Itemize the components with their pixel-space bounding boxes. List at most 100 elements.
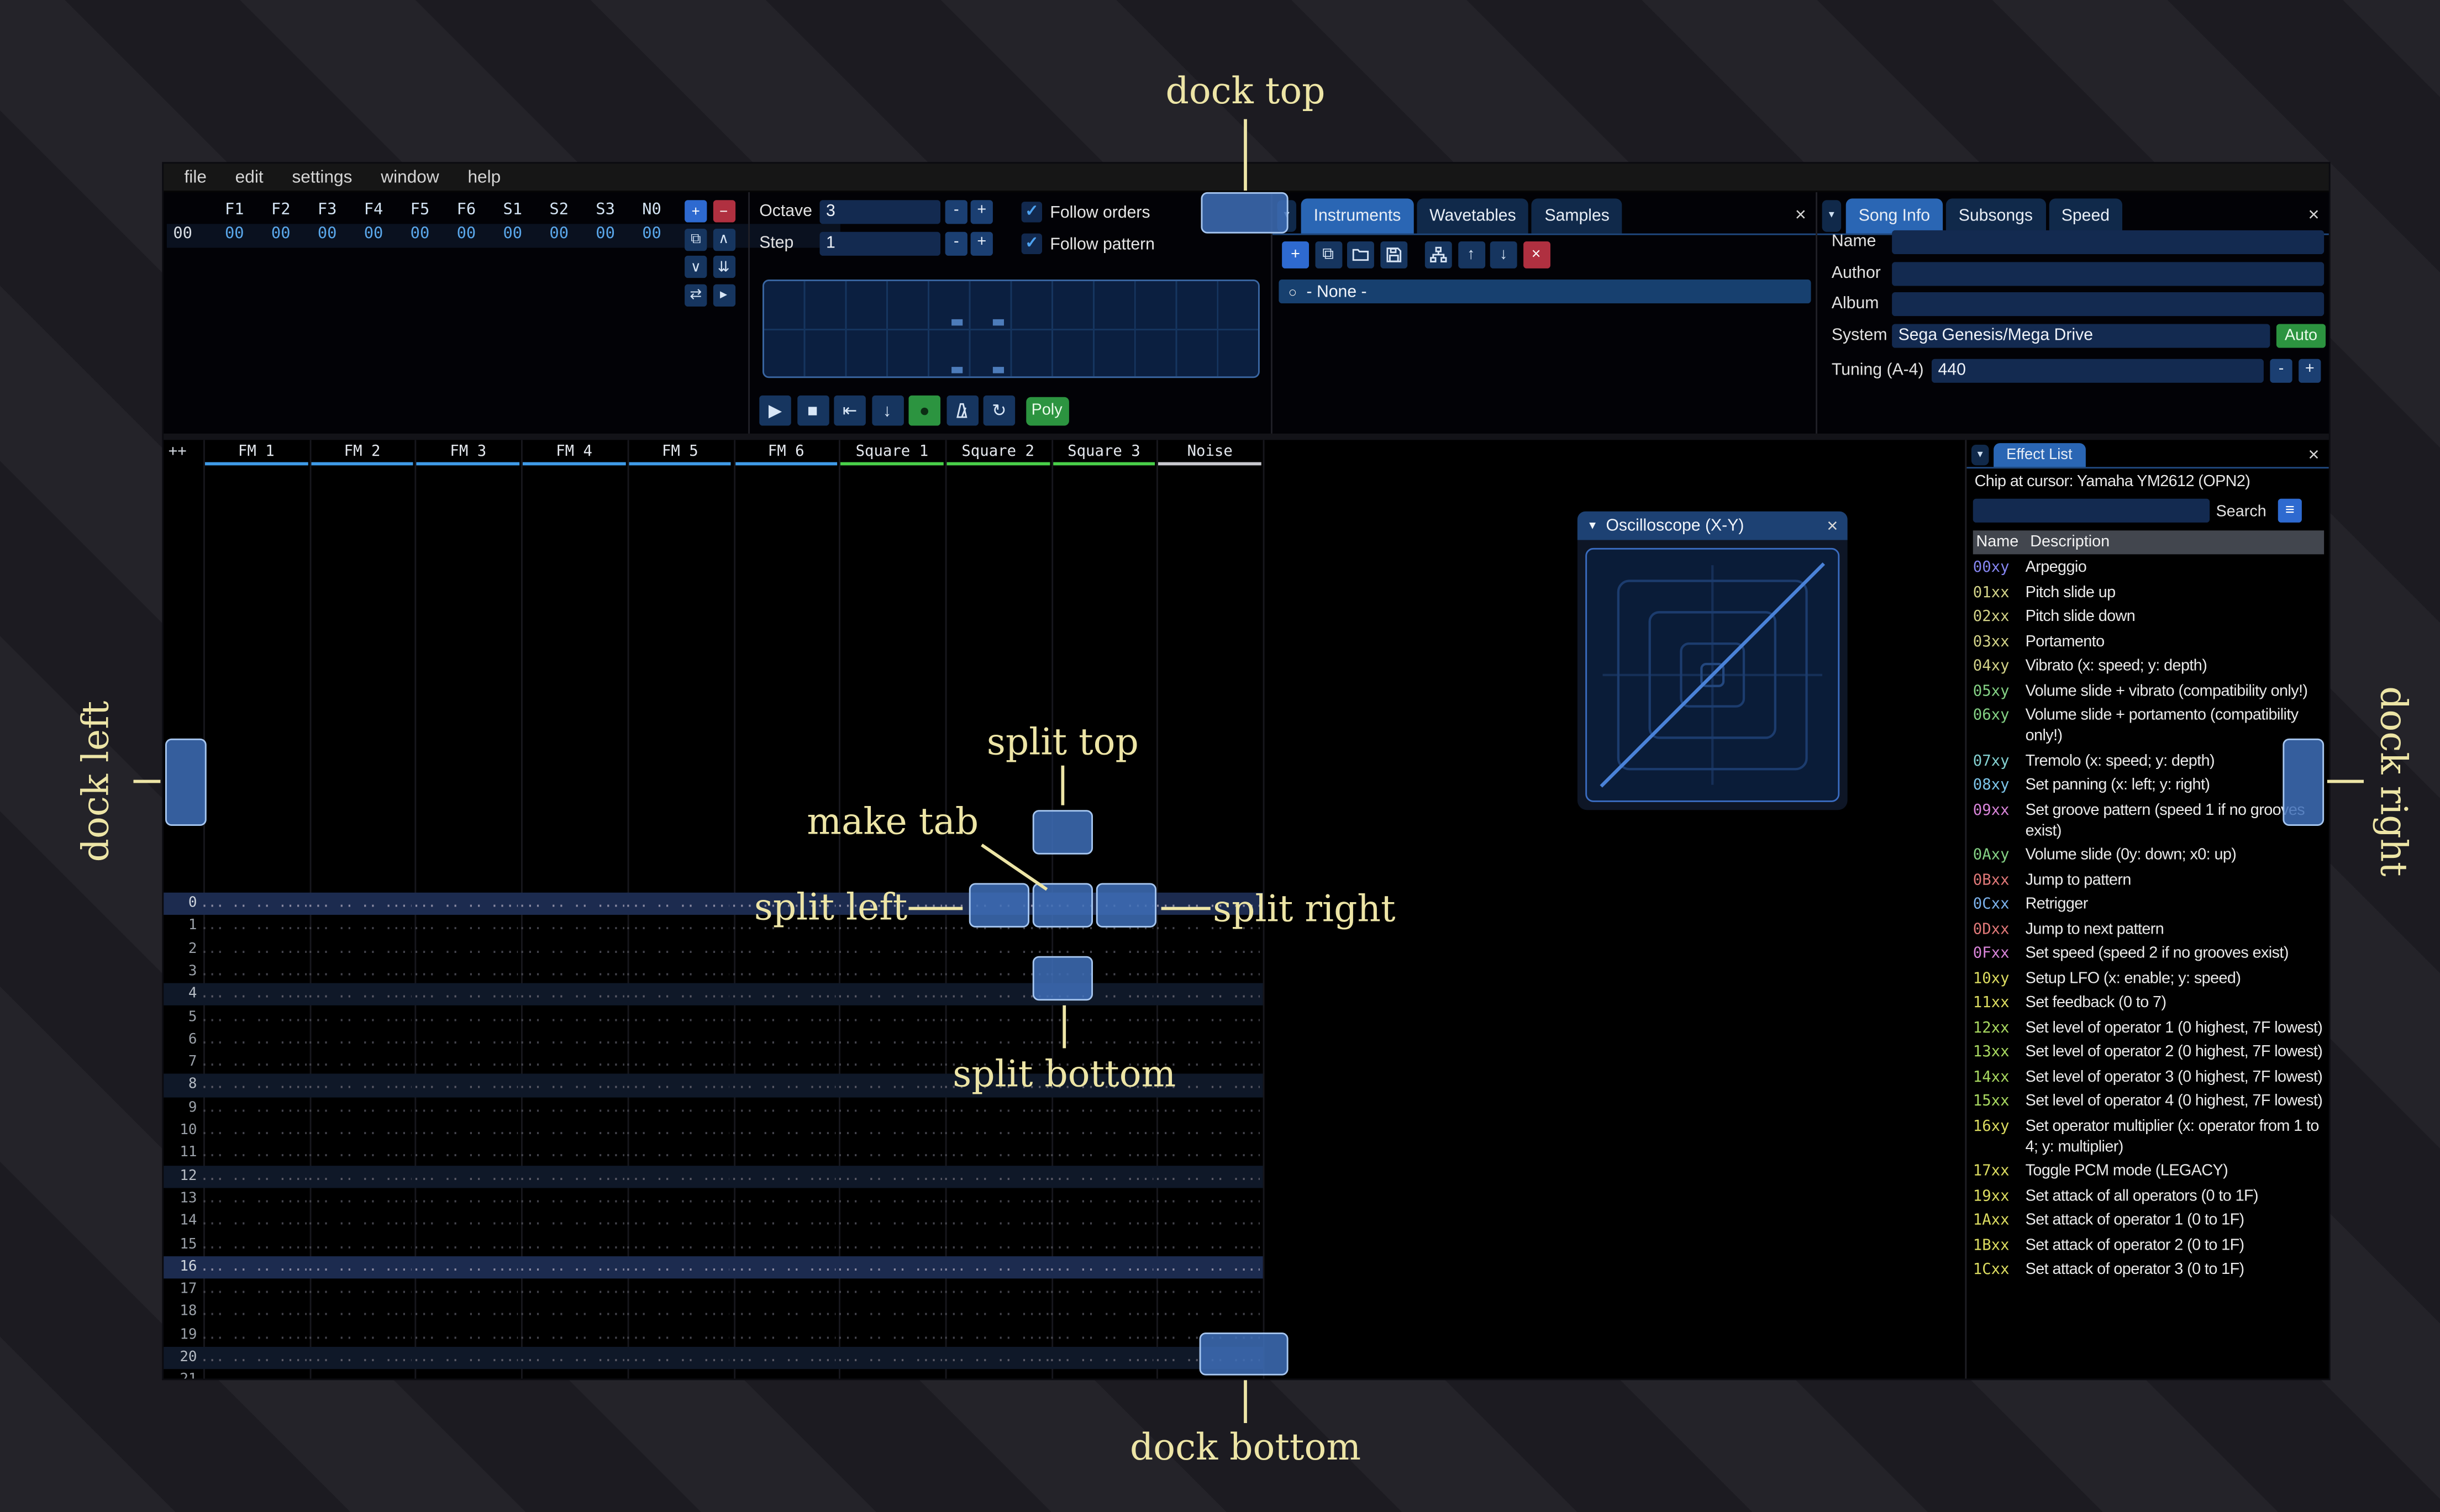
- pattern-cell[interactable]: ... .. .. ....: [942, 1279, 1048, 1302]
- pattern-cell[interactable]: ... .. .. ....: [730, 1120, 836, 1142]
- pattern-cell[interactable]: ... .. .. ....: [518, 1347, 624, 1369]
- pattern-cell[interactable]: ... .. .. ....: [624, 1302, 730, 1324]
- split-target-bottom[interactable]: [1032, 956, 1093, 1001]
- channel-header[interactable]: FM 1: [203, 443, 309, 461]
- pattern-cell[interactable]: ... .. .. ....: [1048, 1188, 1154, 1210]
- pattern-cell[interactable]: ... .. .. ....: [624, 938, 730, 961]
- pattern-cell[interactable]: ... .. .. ....: [942, 1165, 1048, 1188]
- pattern-cell[interactable]: ... .. .. ....: [1048, 1279, 1154, 1302]
- pattern-cell[interactable]: ... .. .. ....: [412, 915, 518, 938]
- pattern-cell[interactable]: ... .. .. ....: [1154, 1120, 1260, 1142]
- order-remove-button[interactable]: −: [712, 200, 735, 223]
- dock-target-left[interactable]: [165, 738, 207, 826]
- pattern-cell[interactable]: ... .. .. ....: [306, 1347, 412, 1369]
- pattern-cell[interactable]: ... .. .. ....: [200, 1142, 306, 1165]
- pattern-cell[interactable]: ... .. .. ....: [1154, 1233, 1260, 1256]
- channel-header[interactable]: Noise: [1157, 443, 1263, 461]
- pattern-cell[interactable]: ... .. .. ....: [1154, 1210, 1260, 1233]
- pattern-cell[interactable]: ... .. .. ....: [730, 961, 836, 983]
- pattern-cell[interactable]: ... .. .. ....: [306, 1006, 412, 1029]
- close-icon[interactable]: ×: [2308, 443, 2319, 465]
- step-decrease-button[interactable]: -: [945, 231, 967, 256]
- pattern-cell[interactable]: ... .. .. ....: [836, 938, 942, 961]
- effect-list-menu-button[interactable]: ≡: [2278, 498, 2302, 523]
- pattern-cell[interactable]: ... .. .. ....: [624, 1074, 730, 1097]
- pattern-cell[interactable]: ... .. .. ....: [730, 1210, 836, 1233]
- pattern-cell[interactable]: ... .. .. ....: [1048, 1165, 1154, 1188]
- pattern-cell[interactable]: ... .. .. ....: [518, 1302, 624, 1324]
- channel-header[interactable]: FM 6: [733, 443, 839, 461]
- pattern-cell[interactable]: ... .. .. ....: [942, 1233, 1048, 1256]
- pattern-cell[interactable]: ... .. .. ....: [412, 1302, 518, 1324]
- pattern-cell[interactable]: ... .. .. ....: [1154, 1302, 1260, 1324]
- pattern-cell[interactable]: ... .. .. ....: [836, 1029, 942, 1051]
- pattern-cell[interactable]: ... .. .. ....: [200, 1188, 306, 1210]
- record-button[interactable]: ●: [908, 395, 940, 426]
- piano-keyboard[interactable]: [762, 280, 1260, 378]
- pattern-cell[interactable]: ... .. .. ....: [942, 1188, 1048, 1210]
- order-cell[interactable]: 00: [490, 225, 536, 243]
- pattern-cell[interactable]: ... .. .. ....: [942, 1029, 1048, 1051]
- pattern-cell[interactable]: ... .. .. ....: [200, 1052, 306, 1074]
- dock-target-bottom[interactable]: [1199, 1332, 1289, 1376]
- pattern-cell[interactable]: ... .. .. ....: [836, 1188, 942, 1210]
- channel-header[interactable]: Square 3: [1051, 443, 1157, 461]
- pattern-cell[interactable]: ... .. .. ....: [306, 1165, 412, 1188]
- pattern-cell[interactable]: ... .. .. ....: [518, 1006, 624, 1029]
- pattern-cell[interactable]: ... .. .. ....: [624, 1006, 730, 1029]
- close-icon[interactable]: ×: [1795, 203, 1806, 225]
- pattern-cell[interactable]: ... .. .. ....: [624, 915, 730, 938]
- channel-header[interactable]: FM 3: [415, 443, 521, 461]
- step-increase-button[interactable]: +: [970, 231, 993, 256]
- pattern-cell[interactable]: ... .. .. ....: [730, 1324, 836, 1347]
- pattern-cell[interactable]: ... .. .. ....: [942, 1142, 1048, 1165]
- pattern-cell[interactable]: ... .. .. ....: [942, 1097, 1048, 1120]
- pattern-cell[interactable]: ... .. .. ....: [306, 1369, 412, 1379]
- pattern-cell[interactable]: ... .. .. ....: [942, 961, 1048, 983]
- instrument-open-button[interactable]: [1347, 241, 1374, 268]
- pattern-cell[interactable]: ... .. .. ....: [836, 1233, 942, 1256]
- tuning-increase-button[interactable]: +: [2299, 359, 2321, 383]
- tab-samples[interactable]: Samples: [1532, 198, 1622, 234]
- menu-edit[interactable]: edit: [221, 163, 278, 192]
- pattern-cell[interactable]: ... .. .. ....: [1048, 1256, 1154, 1279]
- pattern-cell[interactable]: ... .. .. ....: [836, 1142, 942, 1165]
- tab-wavetables[interactable]: Wavetables: [1417, 198, 1529, 234]
- pattern-cell[interactable]: ... .. .. ....: [306, 893, 412, 915]
- stop-button[interactable]: ■: [796, 395, 829, 426]
- instrument-save-button[interactable]: [1379, 241, 1407, 268]
- pattern-cell[interactable]: ... .. .. ....: [836, 1052, 942, 1074]
- pattern-cell[interactable]: ... .. .. ....: [624, 1279, 730, 1302]
- instrument-add-button[interactable]: +: [1282, 241, 1309, 268]
- pattern-cell[interactable]: ... .. .. ....: [306, 1074, 412, 1097]
- tab-speed[interactable]: Speed: [2048, 198, 2123, 234]
- pattern-cell[interactable]: ... .. .. ....: [306, 1188, 412, 1210]
- panel-splitter[interactable]: [164, 433, 2329, 440]
- pattern-cell[interactable]: ... .. .. ....: [624, 1052, 730, 1074]
- pattern-cell[interactable]: ... .. .. ....: [306, 1120, 412, 1142]
- menu-file[interactable]: file: [170, 163, 221, 192]
- pattern-cell[interactable]: ... .. .. ....: [200, 983, 306, 1006]
- pattern-cell[interactable]: ... .. .. ....: [836, 1097, 942, 1120]
- metronome-button[interactable]: [946, 395, 978, 426]
- pattern-cell[interactable]: ... .. .. ....: [624, 1097, 730, 1120]
- pattern-cell[interactable]: ... .. .. ....: [730, 1233, 836, 1256]
- pattern-cell[interactable]: ... .. .. ....: [836, 1074, 942, 1097]
- pattern-cell[interactable]: ... .. .. ....: [200, 893, 306, 915]
- pattern-cell[interactable]: ... .. .. ....: [624, 1369, 730, 1379]
- pattern-cell[interactable]: ... .. .. ....: [1154, 1188, 1260, 1210]
- pattern-cell[interactable]: ... .. .. ....: [518, 1165, 624, 1188]
- pattern-cell[interactable]: ... .. .. ....: [200, 1097, 306, 1120]
- pattern-cell[interactable]: ... .. .. ....: [306, 1097, 412, 1120]
- pattern-cell[interactable]: ... .. .. ....: [518, 1188, 624, 1210]
- pattern-cell[interactable]: ... .. .. ....: [306, 1256, 412, 1279]
- pattern-cell[interactable]: ... .. .. ....: [730, 1029, 836, 1051]
- pattern-cell[interactable]: ... .. .. ....: [306, 1302, 412, 1324]
- pattern-cell[interactable]: ... .. .. ....: [306, 1210, 412, 1233]
- octave-decrease-button[interactable]: -: [945, 200, 967, 224]
- pattern-cell[interactable]: ... .. .. ....: [1048, 1210, 1154, 1233]
- pattern-cell[interactable]: ... .. .. ....: [200, 1006, 306, 1029]
- pattern-cell[interactable]: ... .. .. ....: [730, 1279, 836, 1302]
- tuning-input[interactable]: 440: [1932, 359, 2264, 383]
- pattern-cell[interactable]: ... .. .. ....: [836, 1369, 942, 1379]
